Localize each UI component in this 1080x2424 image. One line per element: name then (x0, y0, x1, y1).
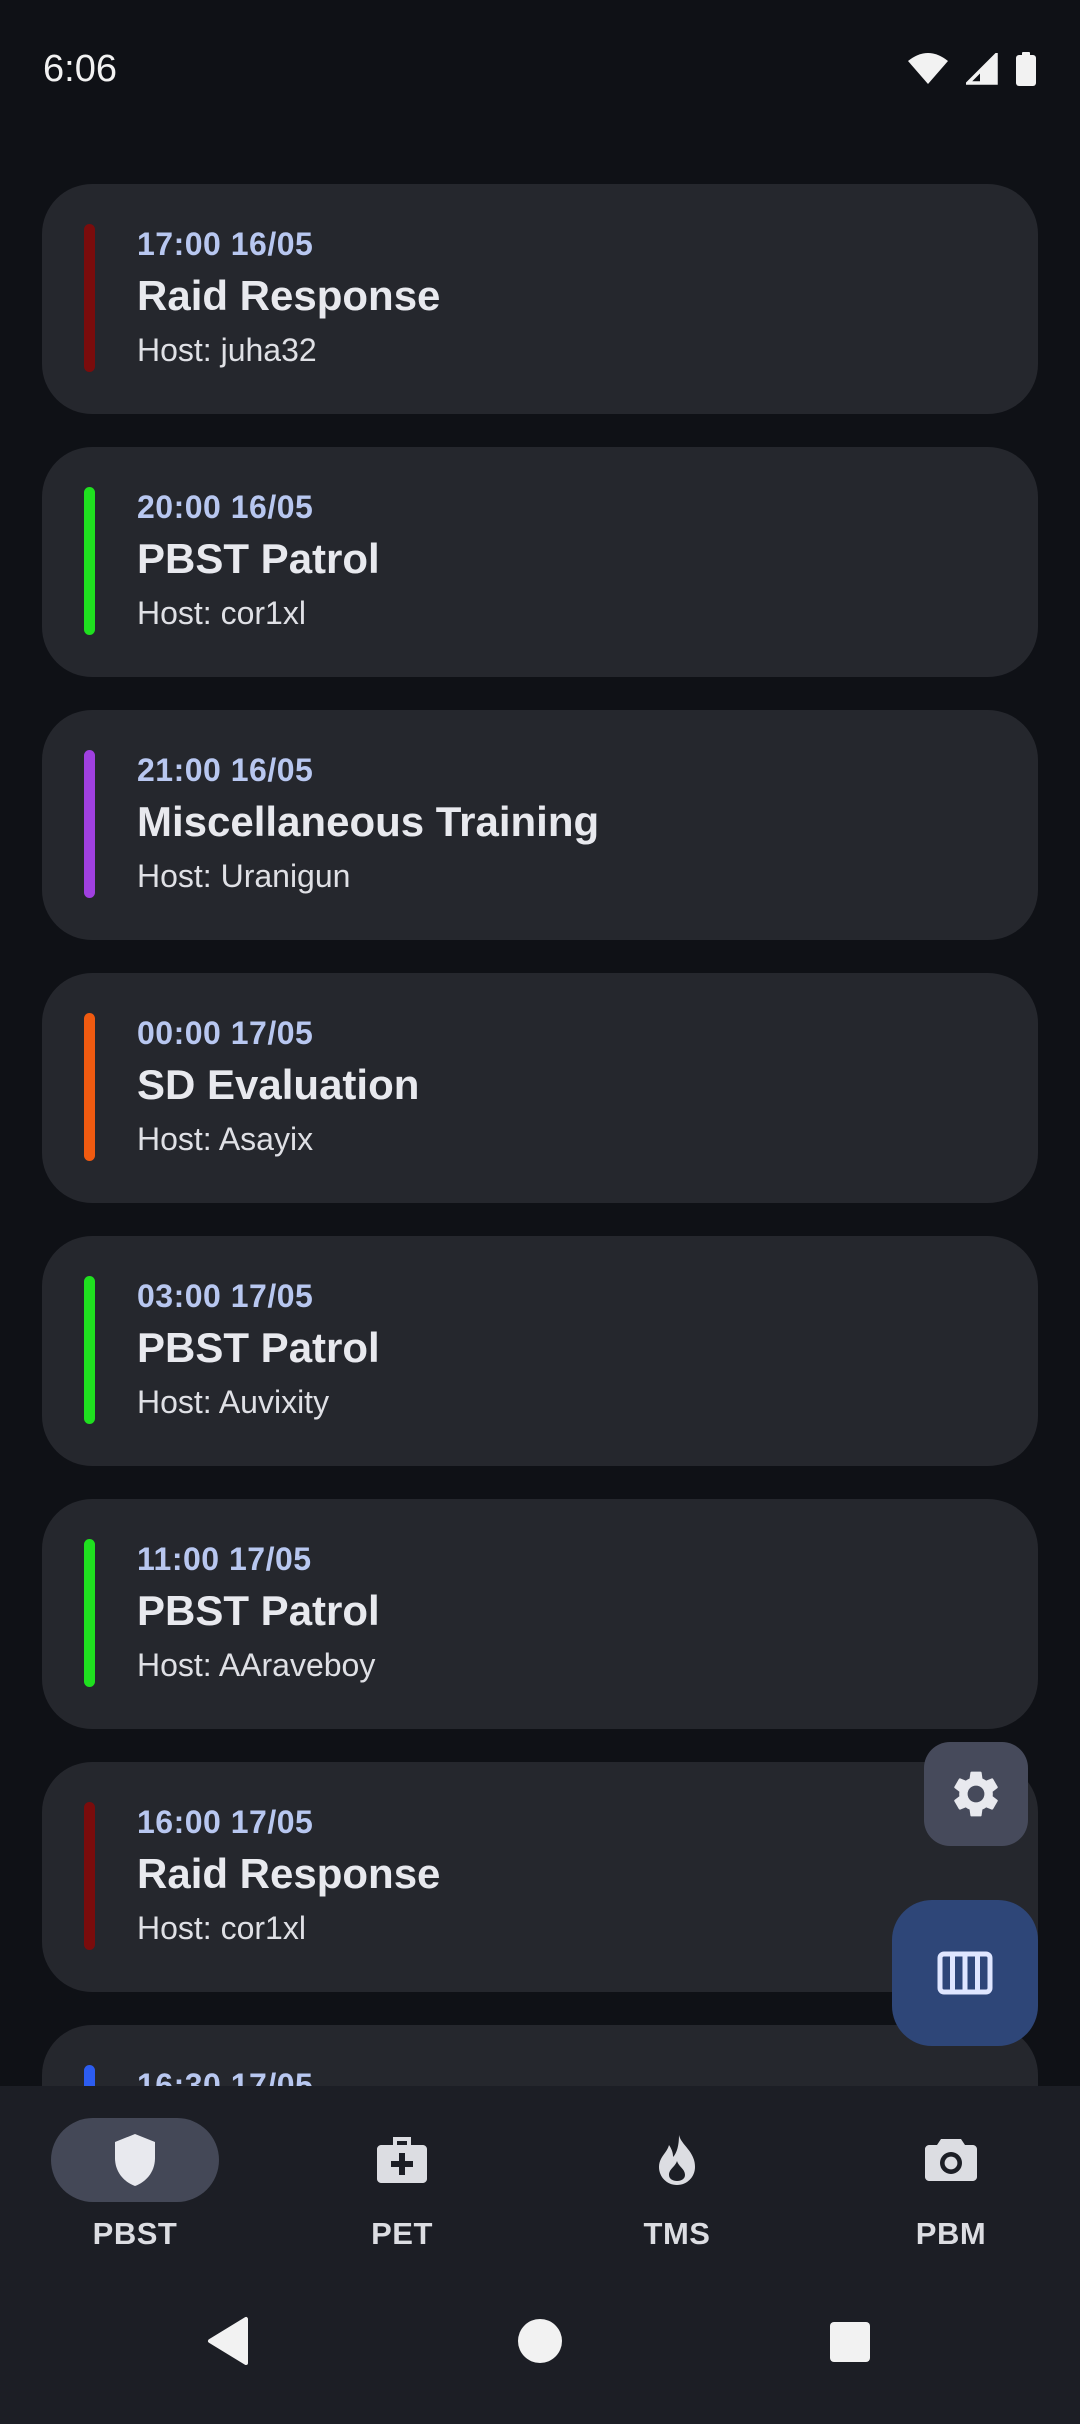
event-card[interactable]: 11:00 17/05 PBST Patrol Host: AAraveboy (42, 1499, 1038, 1729)
event-title: Miscellaneous Training (137, 798, 600, 845)
bottom-navigation: PBST PET TMS PBM (0, 2086, 1080, 2268)
event-color-bar (84, 1802, 95, 1950)
status-bar: 6:06 (0, 0, 1080, 140)
status-icons (908, 52, 1036, 86)
nav-active-indicator (51, 2118, 219, 2202)
event-time: 17:00 16/05 (137, 226, 314, 262)
event-host: Host: cor1xl (137, 1910, 306, 1946)
back-icon[interactable] (206, 2316, 250, 2366)
nav-icon-wrap (867, 2118, 1035, 2202)
event-list[interactable]: 17:00 16/05 Raid Response Host: juha32 2… (0, 140, 1080, 2086)
nav-label: PBM (915, 2216, 987, 2251)
event-time: 00:00 17/05 (137, 1015, 314, 1051)
event-host: Host: Asayix (137, 1121, 314, 1157)
view-week-icon (937, 1951, 993, 1995)
event-time: 03:00 17/05 (137, 1278, 314, 1314)
gear-icon (954, 1771, 998, 1817)
nav-label: PET (371, 2216, 433, 2251)
event-time: 11:00 17/05 (137, 1541, 312, 1577)
event-card[interactable]: 21:00 16/05 Miscellaneous Training Host:… (42, 710, 1038, 940)
nav-icon-wrap (318, 2118, 486, 2202)
event-color-bar (84, 2065, 95, 2086)
event-time: 20:00 16/05 (137, 489, 314, 525)
event-host: Host: juha32 (137, 332, 317, 368)
event-card[interactable]: 00:00 17/05 SD Evaluation Host: Asayix (42, 973, 1038, 1203)
nav-item-pbst[interactable]: PBST (0, 2086, 270, 2268)
wifi-icon (908, 53, 948, 84)
nav-item-tms[interactable]: TMS (542, 2086, 812, 2268)
nav-label: TMS (643, 2216, 711, 2251)
event-host: Host: AAraveboy (137, 1647, 376, 1683)
flame-icon (659, 2135, 695, 2185)
event-title: Raid Response (137, 1850, 441, 1897)
event-host: Host: Auvixity (137, 1384, 330, 1420)
event-title: PBST Patrol (137, 1587, 380, 1634)
calendar-view-button[interactable] (892, 1900, 1038, 2046)
status-time: 6:06 (43, 48, 117, 90)
event-color-bar (84, 1539, 95, 1687)
event-title: SD Evaluation (137, 1061, 420, 1108)
event-time: 21:00 16/05 (137, 752, 314, 788)
event-title: PBST Patrol (137, 1324, 380, 1371)
event-card[interactable]: 03:00 17/05 PBST Patrol Host: Auvixity (42, 1236, 1038, 1466)
event-title: Raid Response (137, 272, 441, 319)
signal-icon (966, 53, 998, 85)
battery-icon (1016, 52, 1036, 86)
nav-label: PBST (92, 2216, 178, 2251)
event-color-bar (84, 1013, 95, 1161)
system-navigation-bar (0, 2268, 1080, 2424)
event-host: Host: cor1xl (137, 595, 306, 631)
event-host: Host: Uranigun (137, 858, 351, 894)
event-title: PBST Patrol (137, 535, 380, 582)
medical-kit-icon (377, 2137, 427, 2183)
event-color-bar (84, 487, 95, 635)
camera-icon (925, 2139, 977, 2181)
home-icon[interactable] (516, 2317, 564, 2365)
nav-item-pbm[interactable]: PBM (816, 2086, 1080, 2268)
event-time: 16:30 17/05 (137, 2067, 314, 2086)
event-time: 16:00 17/05 (137, 1804, 314, 1840)
nav-item-pet[interactable]: PET (267, 2086, 537, 2268)
event-color-bar (84, 1276, 95, 1424)
event-color-bar (84, 750, 95, 898)
event-card[interactable]: 16:30 17/05 (42, 2025, 1038, 2086)
event-color-bar (84, 224, 95, 372)
nav-icon-wrap (593, 2118, 761, 2202)
event-card[interactable]: 20:00 16/05 PBST Patrol Host: cor1xl (42, 447, 1038, 677)
event-card[interactable]: 17:00 16/05 Raid Response Host: juha32 (42, 184, 1038, 414)
shield-icon (115, 2134, 155, 2186)
event-card[interactable]: 16:00 17/05 Raid Response Host: cor1xl (42, 1762, 1038, 1992)
recents-icon[interactable] (829, 2321, 871, 2363)
settings-button[interactable] (924, 1742, 1028, 1846)
